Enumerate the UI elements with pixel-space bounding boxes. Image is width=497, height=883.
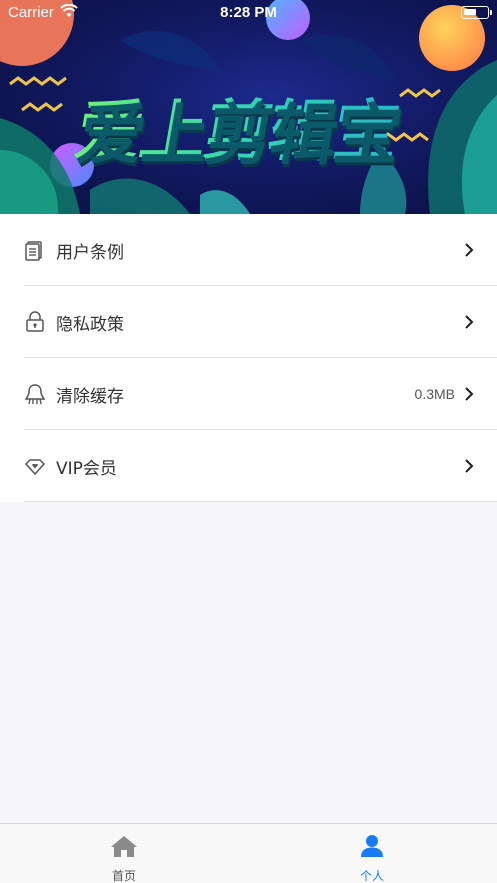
menu-item-label: VIP会员 [56, 458, 117, 479]
menu-item-user-terms[interactable]: 用户条例 [0, 214, 497, 286]
status-bar: Carrier 8:28 PM [0, 0, 497, 26]
menu-item-vip[interactable]: VIP会员 [0, 430, 497, 502]
lock-icon [26, 311, 44, 332]
menu-item-label: 清除缓存 [56, 386, 124, 407]
diamond-heart-icon [24, 459, 46, 476]
hero-banner: 爱上剪辑宝 Carrier 8:28 PM [0, 0, 497, 214]
chevron-right-icon [465, 243, 474, 257]
tab-label: 首页 [111, 869, 136, 883]
battery-icon [461, 6, 492, 19]
menu-item-label: 隐私政策 [56, 314, 124, 335]
chevron-right-icon [465, 459, 474, 473]
chevron-right-icon [465, 315, 474, 329]
menu-item-privacy-policy[interactable]: 隐私政策 [0, 286, 497, 358]
menu-item-clear-cache[interactable]: 清除缓存 0.3MB [0, 358, 497, 430]
status-time: 8:28 PM [220, 4, 277, 21]
chevron-right-icon [465, 387, 474, 401]
home-icon [111, 836, 137, 857]
tab-profile[interactable]: 个人 [248, 824, 496, 883]
menu-item-label: 用户条例 [56, 242, 124, 263]
cache-size-value: 0.3MB [414, 386, 455, 402]
document-icon [25, 241, 42, 261]
banner-title: 爱上剪辑宝 [70, 78, 407, 174]
broom-icon [24, 384, 46, 405]
tab-home[interactable]: 首页 [0, 824, 248, 883]
person-icon [361, 835, 383, 857]
tab-label: 个人 [359, 869, 384, 883]
settings-menu: 用户条例 隐私政策 清除缓存 0.3MB VIP会员 [0, 214, 497, 502]
tab-bar: 首页 个人 [0, 823, 497, 883]
